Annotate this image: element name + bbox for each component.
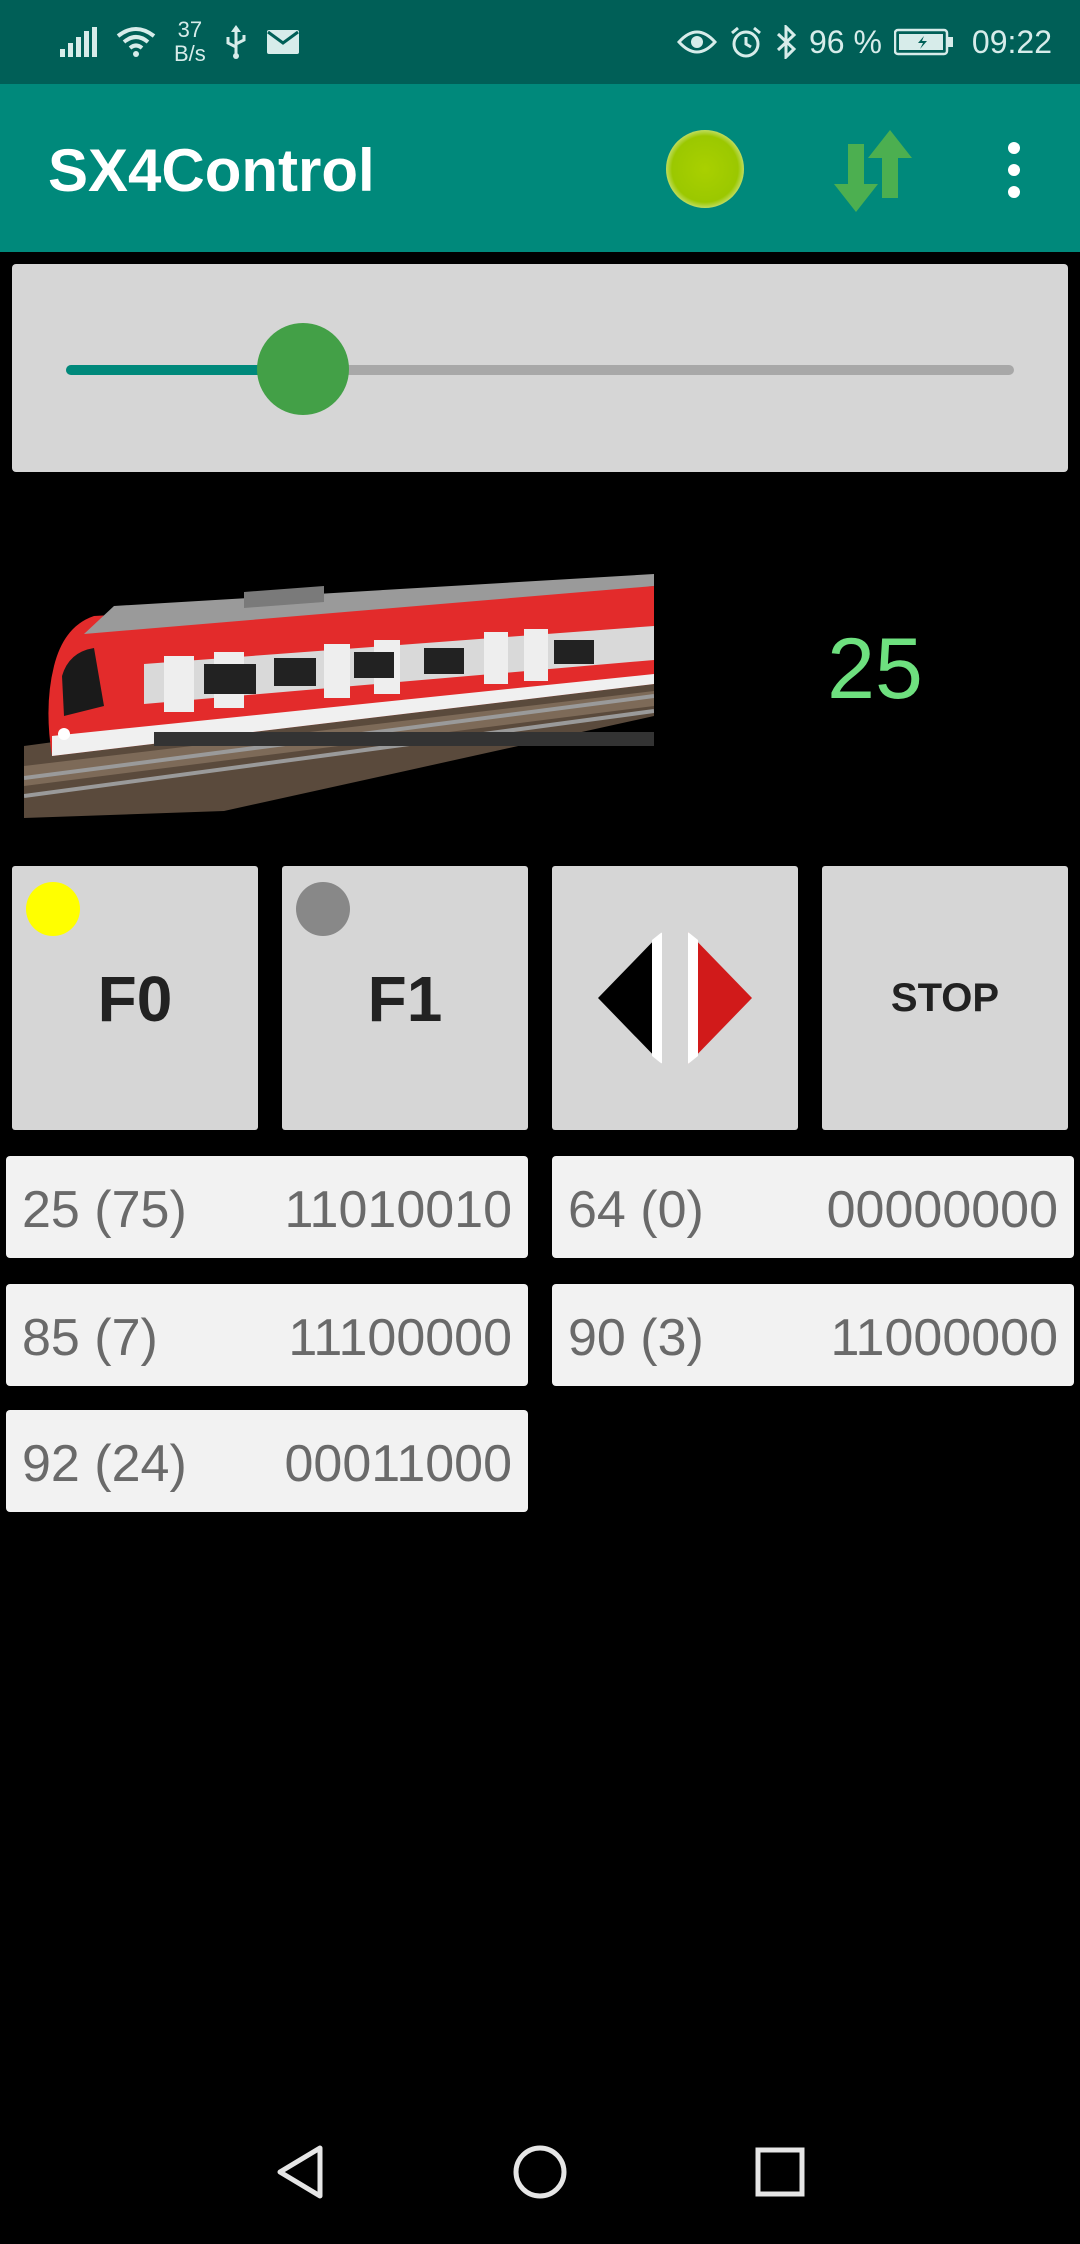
- sx-bits: 11100000: [288, 1309, 512, 1367]
- speed-display: 25: [827, 621, 923, 717]
- battery-icon: [893, 28, 953, 56]
- eye-icon: [676, 30, 717, 54]
- speed-slider-thumb[interactable]: [257, 323, 349, 415]
- f0-lamp-indicator: [26, 882, 80, 936]
- f1-lamp-indicator: [296, 882, 350, 936]
- app-title: SX4Control: [48, 137, 375, 204]
- clock: 09:22: [971, 23, 1052, 60]
- net-speed-unit: B/s: [174, 41, 206, 66]
- sx-bits: 00011000: [284, 1435, 513, 1493]
- net-speed-value: 37: [177, 17, 203, 42]
- signal-icon: [60, 27, 97, 57]
- status-right: 96 % 09:22: [676, 14, 1052, 70]
- direction-arrows-icon: [598, 932, 752, 1064]
- status-left: 37 B/s: [60, 14, 300, 70]
- sx-channel-cell[interactable]: 85 (7) 11100000: [6, 1284, 528, 1386]
- recents-icon[interactable]: [748, 2140, 812, 2204]
- sx-channel-cell[interactable]: 92 (24) 00011000: [6, 1410, 528, 1512]
- f1-button[interactable]: F1: [282, 866, 528, 1130]
- usb-icon: [226, 25, 246, 59]
- net-speed: 37 B/s: [174, 18, 206, 66]
- overflow-menu-icon[interactable]: [1000, 138, 1028, 202]
- stop-button[interactable]: STOP: [822, 866, 1068, 1130]
- sx-address: 25 (75): [22, 1181, 187, 1239]
- stop-label: STOP: [890, 976, 1000, 1020]
- sx-channel-cell[interactable]: 90 (3) 11000000: [552, 1284, 1074, 1386]
- status-bar: 37 B/s 96 % 09:22: [0, 0, 1080, 84]
- battery-percent: 96 %: [808, 23, 882, 60]
- locomotive-image[interactable]: [24, 556, 654, 818]
- f0-button[interactable]: F0: [12, 866, 258, 1130]
- f1-label: F1: [367, 963, 443, 1035]
- sx-bits: 11010010: [284, 1181, 513, 1239]
- sx-bits: 11000000: [830, 1309, 1059, 1367]
- sx-bits: 00000000: [826, 1181, 1058, 1239]
- home-icon[interactable]: [508, 2140, 572, 2204]
- wifi-icon: [116, 27, 156, 57]
- bluetooth-icon: [776, 25, 797, 59]
- direction-button[interactable]: [552, 866, 798, 1130]
- connection-status-indicator[interactable]: [666, 130, 744, 208]
- speed-slider-track[interactable]: [66, 365, 1014, 375]
- sx-channel-cell[interactable]: 25 (75) 11010010: [6, 1156, 528, 1258]
- navigation-bar: [0, 2100, 1080, 2244]
- sx-channel-cell[interactable]: 64 (0) 00000000: [552, 1156, 1074, 1258]
- back-icon[interactable]: [268, 2140, 332, 2204]
- sx-address: 85 (7): [22, 1309, 158, 1367]
- speed-slider-panel: [12, 264, 1068, 472]
- sx-address: 92 (24): [22, 1435, 187, 1493]
- sx-address: 90 (3): [568, 1309, 704, 1367]
- sx-address: 64 (0): [568, 1181, 704, 1239]
- f0-label: F0: [97, 963, 173, 1035]
- alarm-icon: [731, 26, 761, 58]
- app-bar: SX4Control: [0, 84, 1080, 252]
- mail-icon: [266, 30, 299, 54]
- sync-arrows-icon[interactable]: [828, 126, 918, 216]
